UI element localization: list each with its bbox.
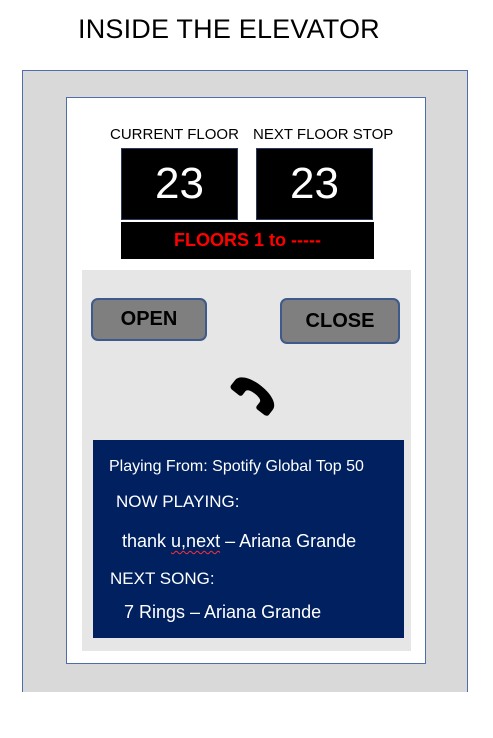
close-door-button[interactable]: CLOSE <box>280 298 400 344</box>
now-playing-prefix: thank <box>122 531 172 551</box>
now-playing-suffix: – Ariana Grande <box>220 531 357 551</box>
page-title: INSIDE THE ELEVATOR <box>78 14 380 44</box>
next-song: 7 Rings – Ariana Grande <box>124 602 322 622</box>
next-floor-stop-display: 23 <box>256 148 373 220</box>
now-playing-marked-word: u,next <box>171 531 221 551</box>
current-floor-display: 23 <box>121 148 238 220</box>
now-playing-label: NOW PLAYING: <box>116 492 240 511</box>
next-floor-stop-label: NEXT FLOOR STOP <box>253 126 394 143</box>
floor-range-display: FLOORS 1 to ----- <box>121 222 374 259</box>
open-door-button[interactable]: OPEN <box>91 298 207 341</box>
next-song-label: NEXT SONG: <box>110 569 215 588</box>
phone-icon <box>230 377 275 416</box>
current-floor-label: CURRENT FLOOR <box>110 126 239 143</box>
music-source: Playing From: Spotify Global Top 50 <box>109 458 364 475</box>
phone-button[interactable] <box>216 372 284 428</box>
now-playing-song: thank u,next – Ariana Grande <box>122 531 356 552</box>
music-info-panel: Playing From: Spotify Global Top 50 NOW … <box>93 440 404 638</box>
